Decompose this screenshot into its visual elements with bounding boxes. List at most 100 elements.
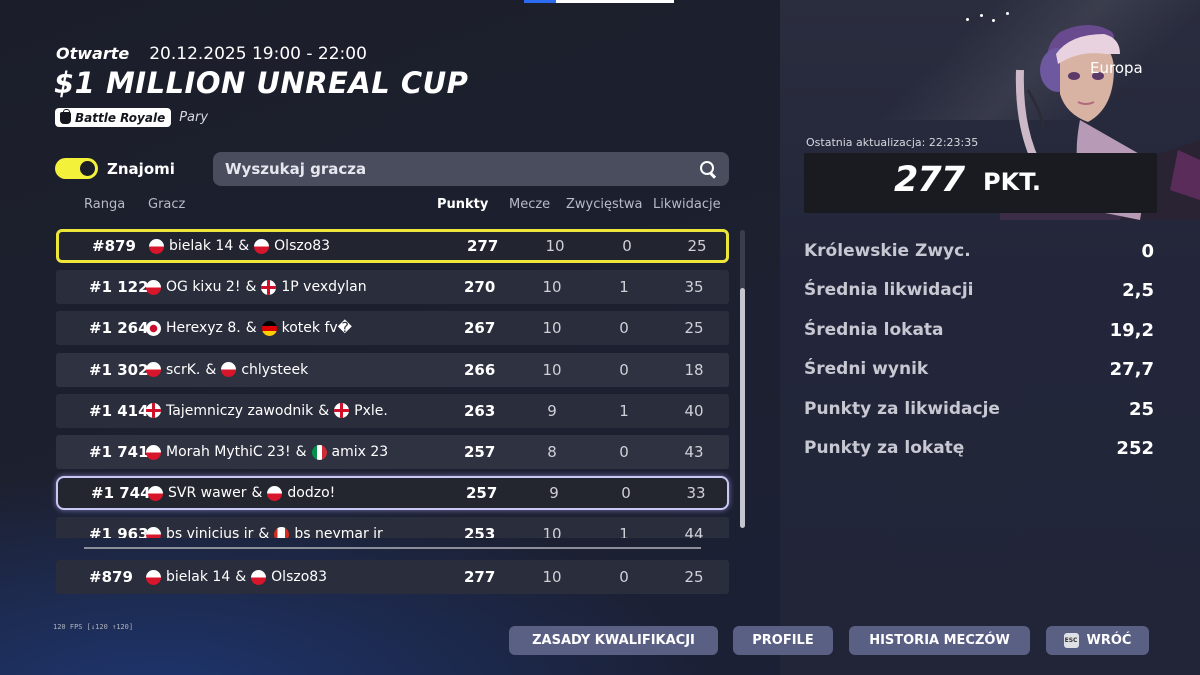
flag-icon	[149, 238, 164, 254]
scrollbar[interactable]	[740, 230, 745, 528]
column-header-points: Punkty	[437, 197, 489, 212]
matches: 10	[542, 278, 562, 297]
kills: 44	[684, 525, 704, 538]
stat-value: 0	[1141, 241, 1154, 262]
fps-counter: 120 FPS [↓120 ↑120]	[53, 623, 134, 631]
player-name: OG kixu 2!	[166, 279, 241, 296]
wins: 0	[619, 319, 629, 338]
stat-label: Punkty za lokatę	[804, 438, 965, 458]
region-label: Europa	[1090, 59, 1143, 77]
matches: 9	[549, 484, 559, 503]
friends-toggle-label: Znajomi	[107, 159, 175, 178]
stat-value: 2,5	[1122, 280, 1154, 302]
search-icon[interactable]	[700, 160, 717, 178]
leaderboard-row[interactable]: #1 744 SVR wawer & dodzo! 257 9 0 33	[56, 476, 729, 511]
event-header: Otwarte 20.12.2025 19:00 - 22:00	[56, 44, 367, 64]
stat-value: 252	[1116, 438, 1154, 459]
separator: &	[245, 279, 257, 296]
flag-icon	[334, 403, 350, 419]
leaderboard-row[interactable]: #879 bielak 14 & Olszo83 277 10 0 25	[56, 229, 729, 263]
team-players: bielak 14 & Olszo83	[149, 238, 330, 254]
leaderboard-row[interactable]: #1 122 OG kixu 2! & 1P vexdylan 270 10 1 35	[56, 270, 729, 305]
stat-value: 25	[1128, 398, 1154, 420]
points: 257	[466, 484, 498, 503]
player-name: bs neymar jr	[294, 526, 383, 538]
friends-filter[interactable]: Znajomi	[55, 158, 175, 179]
points: 257	[464, 443, 496, 461]
points: 267	[464, 319, 496, 338]
player-name: bielak 14	[169, 238, 234, 254]
points: 270	[464, 278, 496, 297]
profiles-button[interactable]: PROFILE	[733, 626, 833, 655]
rank: #879	[89, 568, 133, 586]
stat-label: Średnia lokata	[804, 319, 944, 340]
separator: &	[235, 569, 247, 585]
rank: #1 122	[89, 278, 149, 297]
match-history-button[interactable]: HISTORIA MECZÓW	[849, 626, 1030, 655]
event-datetime: 20.12.2025 19:00 - 22:00	[149, 44, 367, 64]
player-name: amix 23	[331, 444, 389, 460]
team-players: bs vinicius jr & bs neymar jr	[146, 526, 383, 538]
separator: &	[318, 402, 330, 419]
flag-icon	[146, 569, 161, 585]
matches: 8	[547, 443, 557, 461]
leaderboard-row[interactable]: #1 963 bs vinicius jr & bs neymar jr 253 10 1 4…	[56, 517, 729, 538]
page-indicator	[524, 0, 674, 3]
points: 253	[464, 525, 496, 538]
matches: 10	[542, 568, 562, 586]
player-name: SVR wawer	[168, 485, 247, 502]
wins: 0	[621, 484, 631, 503]
stat-label: Punkty za likwidacje	[804, 398, 1000, 419]
matches: 10	[542, 360, 562, 379]
player-name: scrK.	[166, 361, 201, 378]
search-bar[interactable]	[213, 152, 729, 186]
team-players: scrK. & chlysteek	[146, 362, 308, 378]
qualification-rules-button[interactable]: ZASADY KWALIFIKACJI	[509, 626, 718, 655]
matches: 10	[542, 319, 562, 338]
esc-key-icon: ESC	[1063, 633, 1079, 648]
points: 266	[464, 360, 496, 379]
search-input[interactable]	[225, 160, 700, 178]
leaderboard-row[interactable]: #1 302 scrK. & chlysteek 266 10 0 18	[56, 352, 729, 387]
leaderboard-row[interactable]: #1 414 Tajemniczy zawodnik & Pxle. 263 9 1 40	[56, 393, 729, 428]
page-title: $1 MILLION UNREAL CUP	[54, 66, 469, 100]
leaderboard-row[interactable]: #1 264 Herexyz 8. & kotek fv� 267 10 0 25	[56, 311, 729, 346]
wins: 1	[619, 525, 629, 538]
flag-icon	[261, 279, 277, 295]
player-name: chlysteek	[241, 361, 309, 378]
event-status: Otwarte	[56, 44, 130, 63]
kills: 40	[684, 401, 704, 420]
event-tags: Battle Royale Pary	[55, 108, 208, 127]
flag-icon	[146, 279, 161, 295]
matches: 10	[545, 237, 565, 255]
flag-icon	[311, 444, 327, 460]
page-indicator-active	[524, 0, 556, 3]
total-points: 277	[894, 160, 965, 200]
leaderboard-list: #879 bielak 14 & Olszo83 277 10 0 25 #1 122 OG ki…	[50, 225, 740, 538]
wins: 1	[619, 278, 629, 297]
flag-icon	[146, 444, 161, 460]
player-name: Morah MythiC 23!	[166, 444, 291, 460]
rank: #1 264	[89, 319, 149, 338]
friends-toggle[interactable]	[55, 158, 98, 179]
kills: 35	[684, 278, 704, 297]
team-players: Morah MythiC 23! & amix 23	[146, 444, 388, 460]
pinned-player-row[interactable]: #879 bielak 14 & Olszo83 277 10 0 25	[56, 560, 729, 594]
player-name: bs vinicius jr	[166, 526, 254, 538]
separator: &	[205, 361, 217, 378]
leaderboard-row[interactable]: #1 741 Morah MythiC 23! & amix 23 257 8 0 43	[56, 435, 729, 469]
mode-label: Battle Royale	[75, 110, 166, 125]
column-header-player: Gracz	[148, 197, 186, 212]
flag-icon	[267, 485, 283, 501]
stat-value: 19,2	[1109, 319, 1154, 341]
wins: 1	[619, 401, 629, 420]
rank: #879	[92, 237, 136, 255]
scrollbar-thumb[interactable]	[740, 288, 745, 528]
team-players: OG kixu 2! & 1P vexdylan	[146, 279, 367, 295]
back-button[interactable]: ESC WRÓĆ	[1046, 626, 1149, 655]
flag-icon	[146, 362, 161, 378]
player-name: Herexyz 8.	[166, 320, 241, 337]
player-name: dodzo!	[287, 485, 336, 502]
flag-icon	[251, 569, 267, 585]
rank: #1 963	[89, 525, 149, 538]
